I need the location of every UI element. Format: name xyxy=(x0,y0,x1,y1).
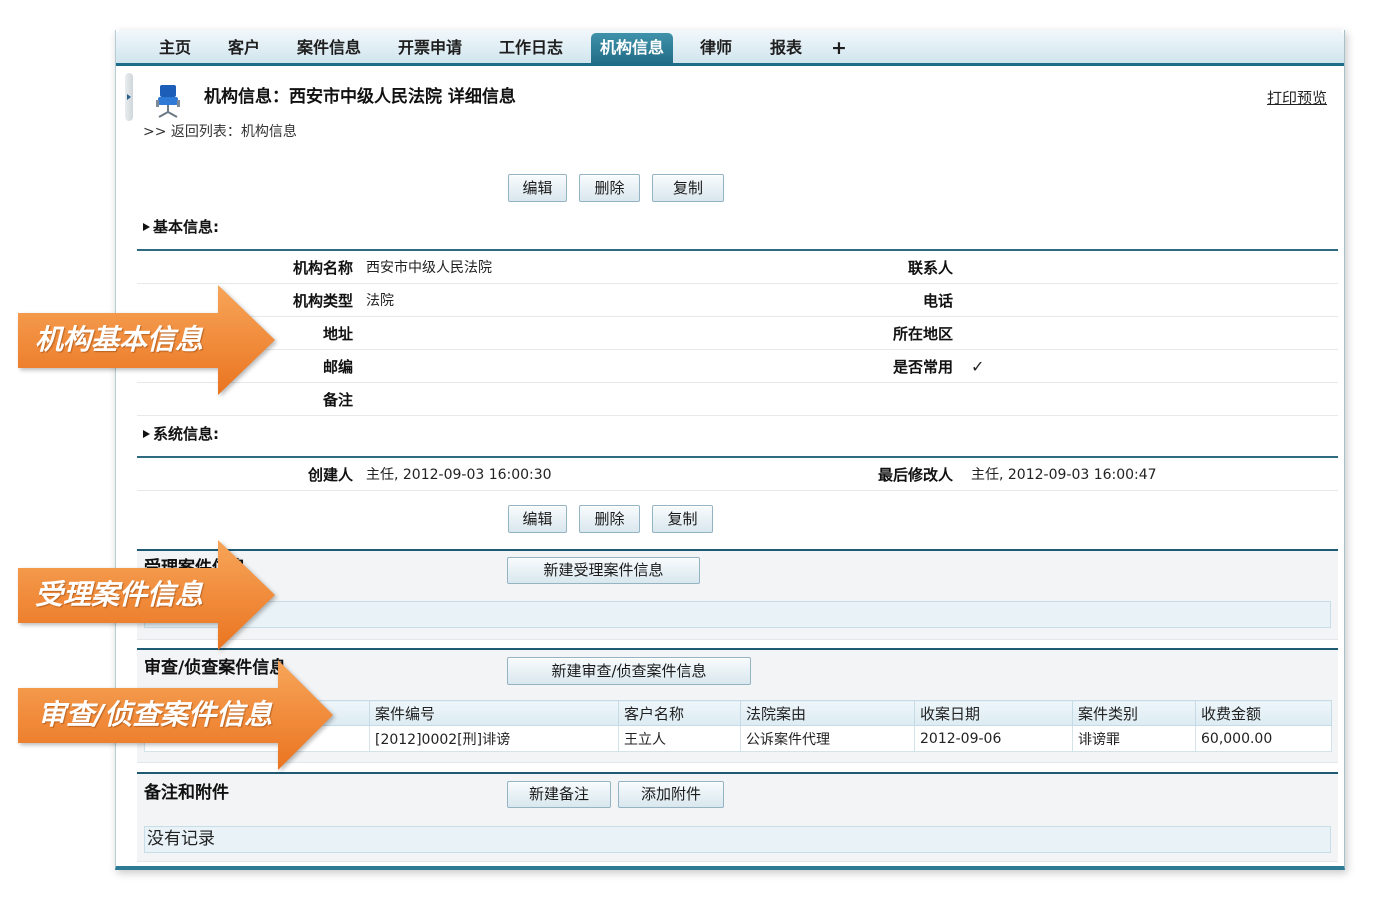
tab-home[interactable]: 主页 xyxy=(159,33,191,63)
callout-label: 机构基本信息 xyxy=(35,323,204,356)
field-value xyxy=(959,283,1338,317)
frequently-used-checkmark: ✓ xyxy=(959,349,1338,383)
tab-institution-info[interactable]: 机构信息 xyxy=(591,33,673,63)
tab-work-log[interactable]: 工作日志 xyxy=(499,33,563,63)
column-header-client-name[interactable]: 客户名称 xyxy=(618,700,741,726)
back-to-list-link[interactable]: 返回列表：机构信息 xyxy=(171,124,297,140)
case-number-cell: [2012]0002[刑]诽谤 xyxy=(369,725,619,752)
accepted-cases-list xyxy=(144,601,1331,628)
accepted-cases-section: 受理案件信息 新建受理案件信息 xyxy=(137,549,1338,640)
no-records-message: 没有记录 xyxy=(144,826,1331,853)
tab-case-info[interactable]: 案件信息 xyxy=(297,33,361,63)
tab-invoice-requests[interactable]: 开票申请 xyxy=(398,33,462,63)
triangle-right-icon xyxy=(143,430,150,438)
column-header-case-type[interactable]: 案件类别 xyxy=(1072,700,1196,726)
new-accepted-case-button[interactable]: 新建受理案件信息 xyxy=(507,557,700,584)
fee-amount-cell: 60,000.00 xyxy=(1195,725,1332,752)
page-title: 机构信息：西安市中级人民法院 详细信息 xyxy=(204,87,516,107)
edit-button[interactable]: 编辑 xyxy=(508,174,567,202)
column-header-court-cause[interactable]: 法院案由 xyxy=(740,700,915,726)
field-label: 电话 xyxy=(738,283,959,317)
tab-lawyers[interactable]: 律师 xyxy=(700,33,732,63)
tab-reports[interactable]: 报表 xyxy=(770,33,802,63)
court-cause-cell: 公诉案件代理 xyxy=(740,725,915,752)
callout-review-cases: 审查/侦查案件信息 xyxy=(18,658,340,774)
new-review-case-button[interactable]: 新建审查/侦查案件信息 xyxy=(507,657,751,685)
chair-icon xyxy=(153,84,183,118)
created-by-label: 创建人 xyxy=(137,458,359,491)
system-info-heading[interactable]: 系统信息: xyxy=(143,424,219,444)
field-row: 机构名称 西安市中级人民法院 联系人 xyxy=(137,251,1338,284)
field-label: 机构名称 xyxy=(137,251,359,284)
field-row: 创建人 主任, 2012-09-03 16:00:30 最后修改人 主任, 20… xyxy=(137,458,1338,491)
filing-date-cell: 2012-09-06 xyxy=(914,725,1073,752)
field-value xyxy=(959,382,1338,416)
new-note-button[interactable]: 新建备注 xyxy=(507,781,611,808)
notes-attachments-title: 备注和附件 xyxy=(144,783,229,803)
breadcrumb-prefix: >> xyxy=(143,124,167,140)
copy-button[interactable]: 复制 xyxy=(652,505,713,533)
main-tab-bar: 主页 客户 案件信息 开票申请 工作日志 机构信息 律师 报表 + xyxy=(116,30,1344,66)
print-preview-link[interactable]: 打印预览 xyxy=(1267,88,1327,108)
field-value: 西安市中级人民法院 xyxy=(359,251,738,284)
field-row: 备注 xyxy=(137,382,1338,416)
field-row: 地址 所在地区 xyxy=(137,316,1338,350)
system-info-heading-text: 系统信息: xyxy=(153,425,219,443)
delete-button[interactable]: 删除 xyxy=(579,505,640,533)
edit-button[interactable]: 编辑 xyxy=(508,505,567,533)
field-value: 法院 xyxy=(359,283,738,317)
callout-accepted-cases: 受理案件信息 xyxy=(18,538,280,654)
triangle-right-icon xyxy=(143,223,150,231)
field-label: 是否常用 xyxy=(738,349,959,383)
callout-label: 受理案件信息 xyxy=(35,578,204,611)
field-value xyxy=(959,251,1338,284)
callout-basic-info: 机构基本信息 xyxy=(18,283,280,399)
field-label: 联系人 xyxy=(738,251,959,284)
column-header-filing-date[interactable]: 收案日期 xyxy=(914,700,1073,726)
callout-label: 审查/侦查案件信息 xyxy=(38,698,273,731)
field-value xyxy=(359,382,738,416)
field-label xyxy=(738,382,959,416)
add-attachment-button[interactable]: 添加附件 xyxy=(618,781,724,808)
column-header-case-number[interactable]: 案件编号 xyxy=(369,700,619,726)
created-by-value: 主任, 2012-09-03 16:00:30 xyxy=(359,458,738,491)
delete-button[interactable]: 删除 xyxy=(579,174,640,202)
field-value xyxy=(959,316,1338,350)
notes-attachments-section: 备注和附件 新建备注 添加附件 没有记录 xyxy=(137,772,1338,862)
tab-customers[interactable]: 客户 xyxy=(228,33,260,63)
basic-info-table: 机构名称 西安市中级人民法院 联系人 机构类型 法院 电话 地址 所在地区 邮编… xyxy=(137,251,1338,416)
copy-button[interactable]: 复制 xyxy=(652,174,724,202)
case-type-cell: 诽谤罪 xyxy=(1072,725,1196,752)
add-tab-button[interactable]: + xyxy=(831,33,847,63)
field-row: 机构类型 法院 电话 xyxy=(137,283,1338,317)
basic-info-heading-text: 基本信息: xyxy=(153,218,219,236)
sidebar-collapse-handle[interactable] xyxy=(125,73,133,121)
triangle-right-icon xyxy=(127,94,131,100)
field-value xyxy=(359,349,738,383)
modified-by-value: 主任, 2012-09-03 16:00:47 xyxy=(959,458,1338,491)
field-row: 邮编 是否常用 ✓ xyxy=(137,349,1338,383)
field-label: 所在地区 xyxy=(738,316,959,350)
client-name-cell: 王立人 xyxy=(618,725,741,752)
system-info-table: 创建人 主任, 2012-09-03 16:00:30 最后修改人 主任, 20… xyxy=(137,458,1338,491)
basic-info-heading[interactable]: 基本信息: xyxy=(143,217,219,237)
column-header-fee-amount[interactable]: 收费金额 xyxy=(1195,700,1332,726)
field-value xyxy=(359,316,738,350)
modified-by-label: 最后修改人 xyxy=(738,458,959,491)
breadcrumb: >> 返回列表：机构信息 xyxy=(143,122,297,142)
